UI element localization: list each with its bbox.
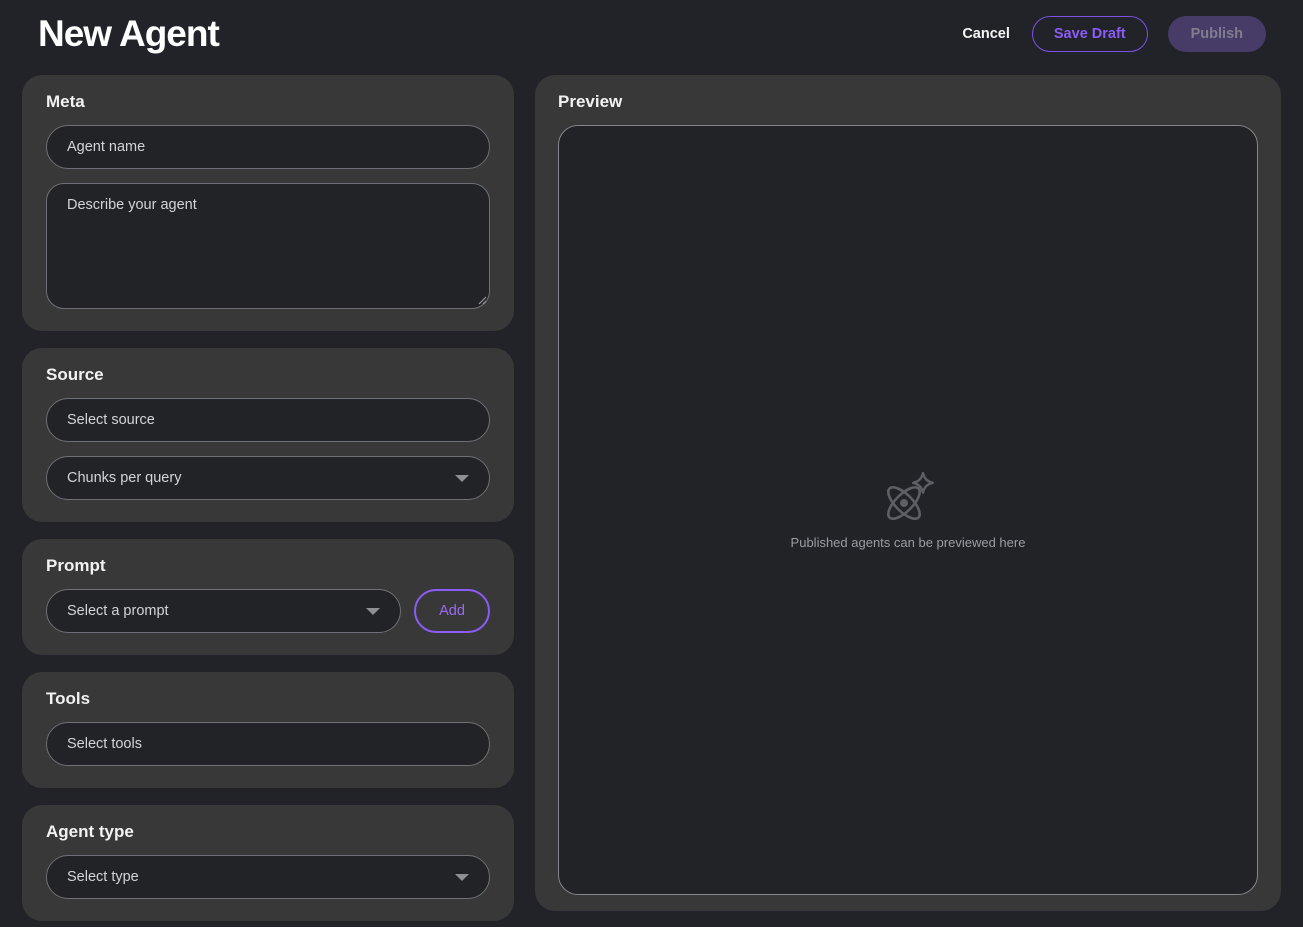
page-title: New Agent xyxy=(38,13,219,55)
agent-type-card: Agent type Select type xyxy=(22,805,514,921)
prompt-card-title: Prompt xyxy=(46,556,490,576)
resize-handle-icon[interactable] xyxy=(476,294,487,305)
meta-fields xyxy=(46,125,490,309)
cancel-button[interactable]: Cancel xyxy=(960,18,1012,50)
agent-type-card-title: Agent type xyxy=(46,822,490,842)
atom-sparkle-icon xyxy=(879,471,937,525)
preview-panel: Published agents can be previewed here xyxy=(558,125,1258,895)
dropdown-caret-icon xyxy=(366,608,380,615)
source-card: Source Chunks per query xyxy=(22,348,514,522)
source-card-title: Source xyxy=(46,365,490,385)
content-area: Meta Source Chunks per query xyxy=(0,68,1303,927)
form-column: Meta Source Chunks per query xyxy=(22,75,514,911)
prompt-card: Prompt Select a prompt Add xyxy=(22,539,514,655)
select-source-input[interactable] xyxy=(46,398,490,442)
preview-card-title: Preview xyxy=(558,92,1258,112)
tools-card: Tools xyxy=(22,672,514,788)
prompt-fields: Select a prompt Add xyxy=(46,589,490,633)
agent-type-select-value: Select type xyxy=(67,869,139,885)
agent-description-input[interactable] xyxy=(46,183,490,309)
agent-type-select[interactable]: Select type xyxy=(46,855,490,899)
page-header: New Agent Cancel Save Draft Publish xyxy=(0,0,1303,68)
meta-card-title: Meta xyxy=(46,92,490,112)
preview-empty-message: Published agents can be previewed here xyxy=(791,535,1026,550)
dropdown-caret-icon xyxy=(455,874,469,881)
meta-card: Meta xyxy=(22,75,514,331)
agent-description-field xyxy=(46,183,490,309)
publish-button[interactable]: Publish xyxy=(1168,16,1266,52)
chunks-per-query-value: Chunks per query xyxy=(67,470,181,486)
source-fields: Chunks per query xyxy=(46,398,490,500)
prompt-select-value: Select a prompt xyxy=(67,603,169,619)
dropdown-caret-icon xyxy=(455,475,469,482)
tools-card-title: Tools xyxy=(46,689,490,709)
save-draft-button[interactable]: Save Draft xyxy=(1032,16,1148,52)
select-tools-input[interactable] xyxy=(46,722,490,766)
prompt-select[interactable]: Select a prompt xyxy=(46,589,401,633)
chunks-per-query-select[interactable]: Chunks per query xyxy=(46,456,490,500)
preview-card: Preview Published agents can be previewe… xyxy=(535,75,1281,911)
agent-name-input[interactable] xyxy=(46,125,490,169)
header-actions: Cancel Save Draft Publish xyxy=(960,16,1266,52)
add-prompt-button[interactable]: Add xyxy=(414,589,490,633)
